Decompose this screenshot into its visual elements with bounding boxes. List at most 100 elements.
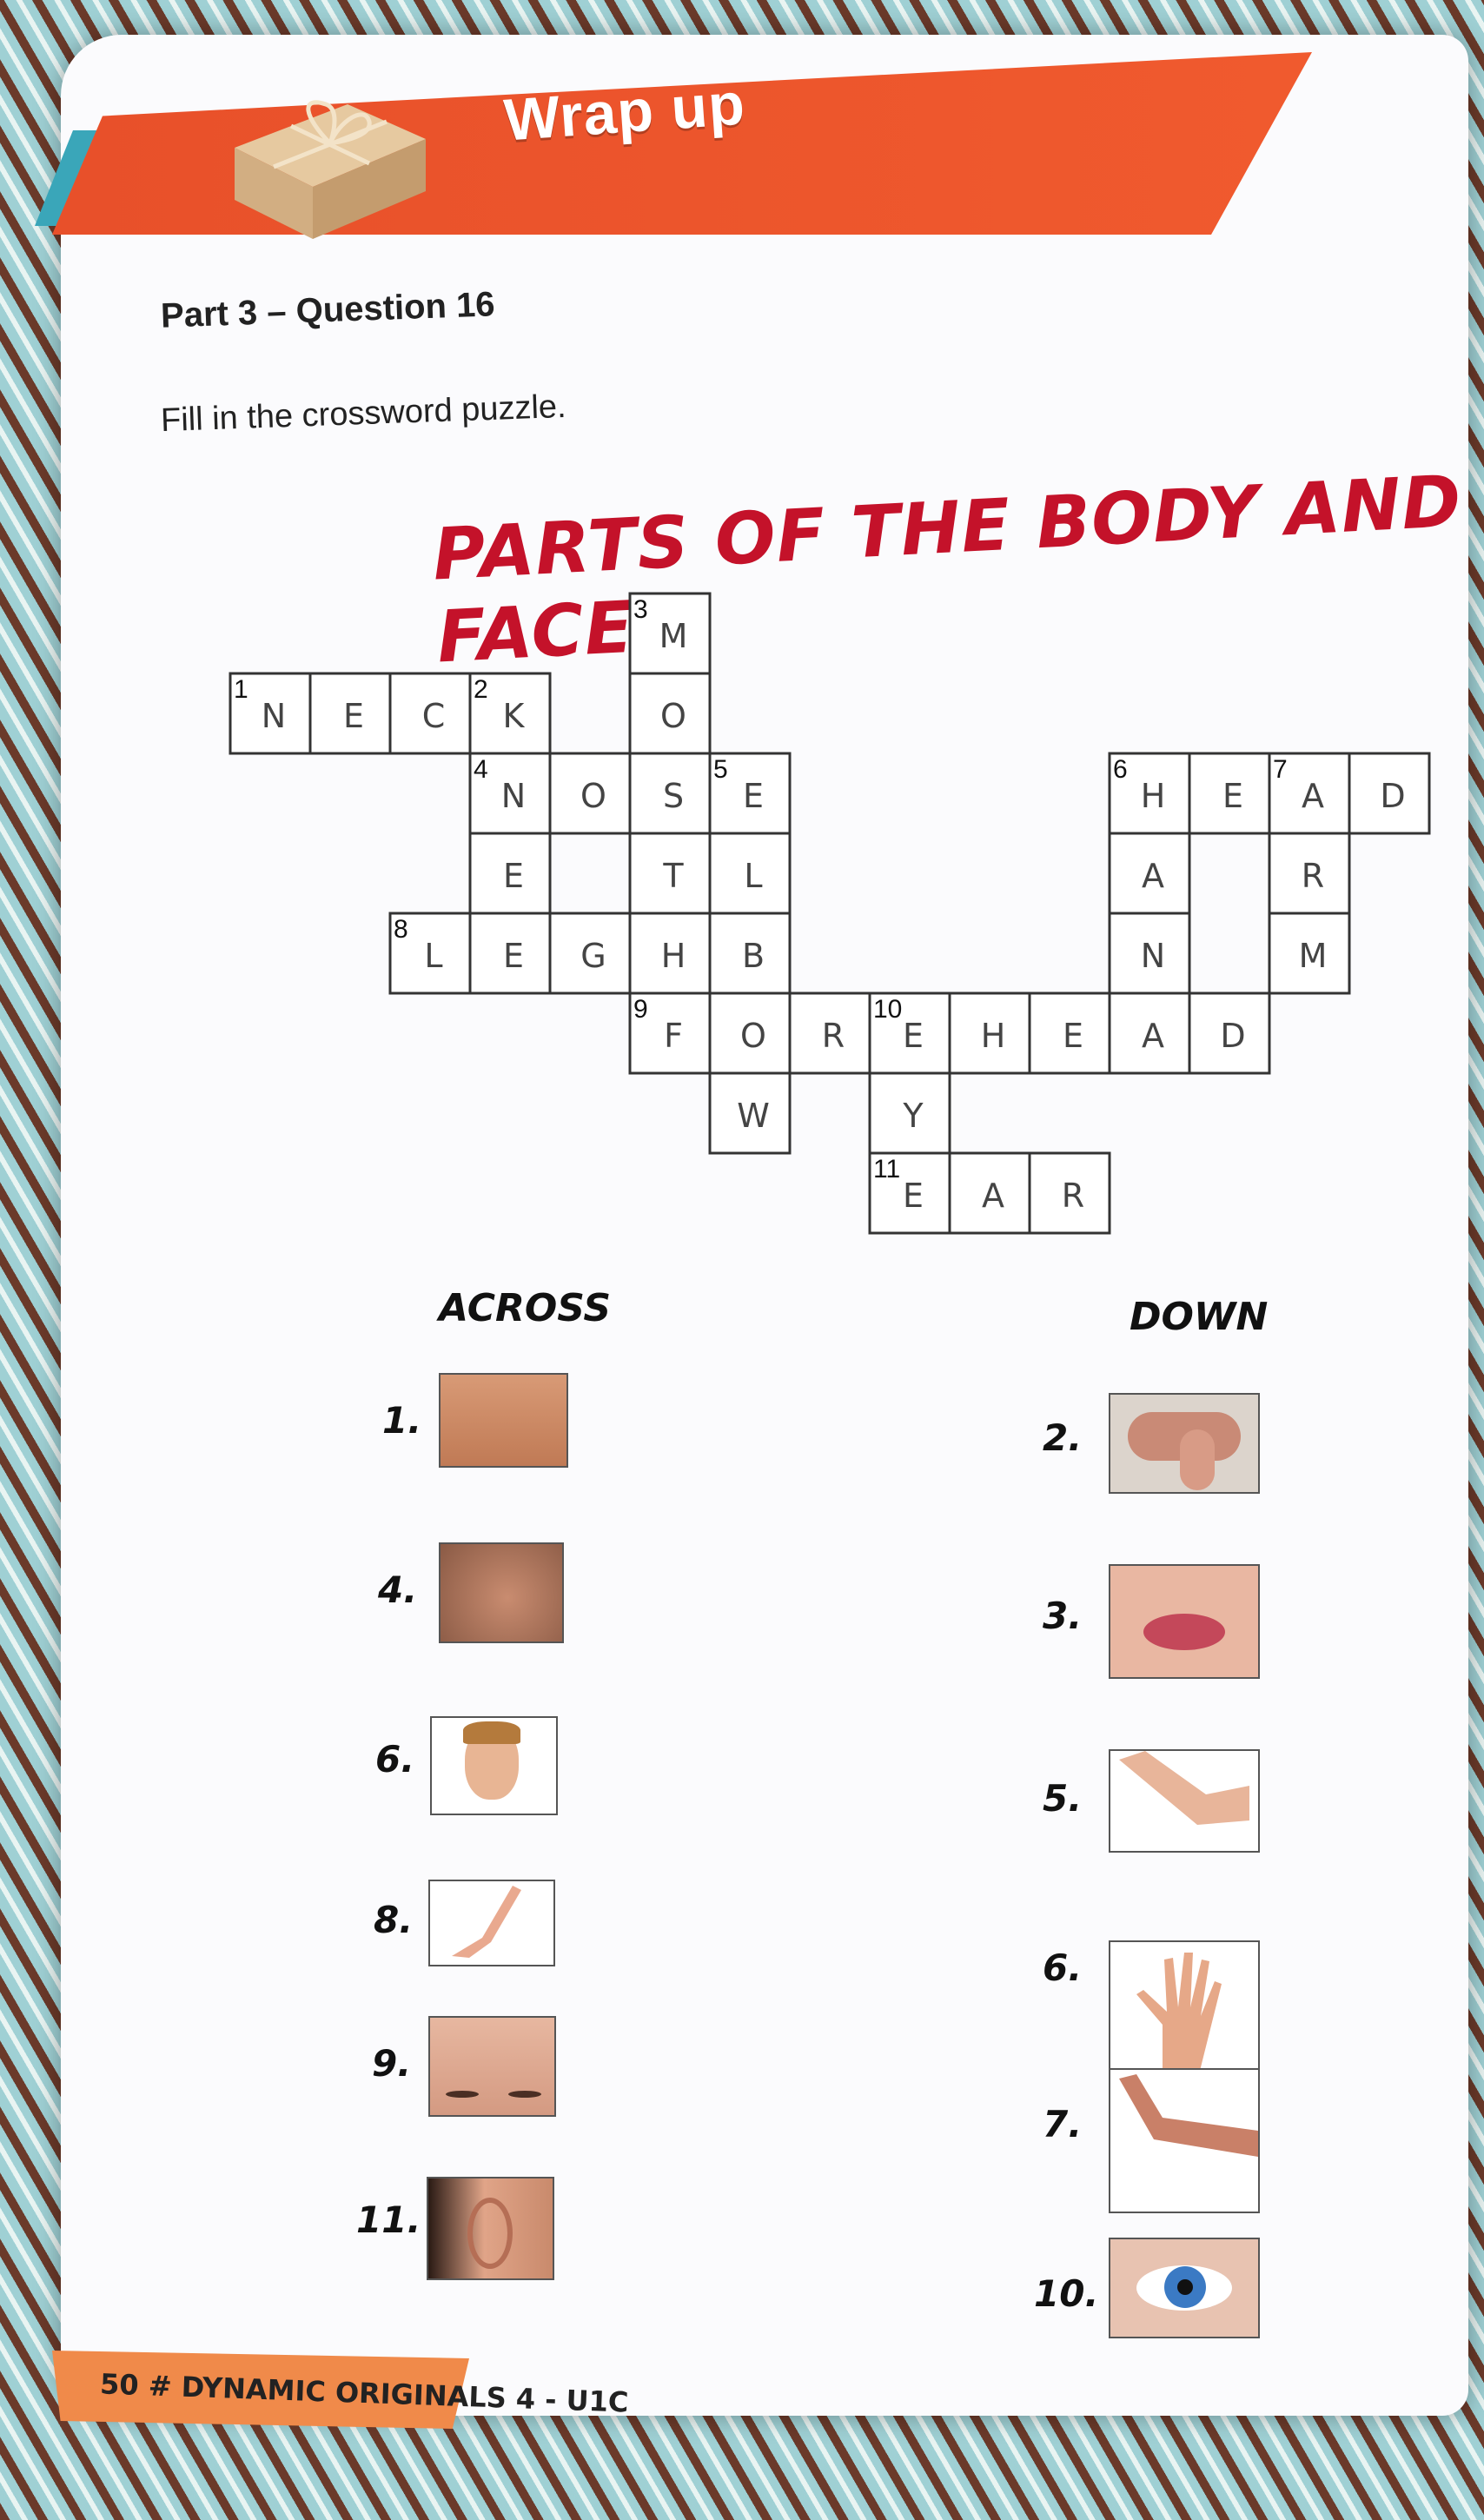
hand-photo (1109, 1940, 1260, 2087)
crossword-cell[interactable]: A (1108, 832, 1191, 915)
across-clue-number: 4. (378, 1568, 418, 1611)
cell-number: 6 (1113, 755, 1128, 784)
down-clue-number: 5. (1043, 1777, 1083, 1820)
cell-letter: G (580, 937, 606, 975)
cell-letter: E (503, 937, 524, 975)
cell-letter: N (1141, 937, 1165, 975)
crossword-cell[interactable]: 2K (468, 672, 552, 755)
crossword-cell[interactable]: E (468, 832, 552, 915)
cell-letter: E (903, 1177, 924, 1215)
across-clue-number: 1. (382, 1399, 422, 1442)
neck-photo (439, 1373, 568, 1468)
crossword-cell[interactable]: R (1028, 1151, 1111, 1235)
leg-photo (428, 1880, 555, 1966)
crossword-cell[interactable]: H (948, 991, 1031, 1075)
cell-letter: O (660, 697, 686, 735)
cell-letter: D (1220, 1017, 1245, 1055)
down-clue-number: 6. (1043, 1946, 1083, 1989)
crossword-cell[interactable]: R (788, 991, 871, 1075)
crossword-cell[interactable]: 8L (388, 912, 472, 995)
cell-letter: Y (902, 1097, 924, 1135)
crossword-cell[interactable]: O (628, 672, 712, 755)
crossword-cell[interactable]: R (1268, 832, 1351, 915)
crossword-cell[interactable]: E (468, 912, 552, 995)
cell-letter: B (742, 937, 765, 975)
elbow-photo (1109, 1749, 1260, 1853)
cell-number: 4 (474, 755, 488, 784)
cell-letter: E (1063, 1017, 1083, 1055)
cell-letter: A (1142, 1017, 1164, 1055)
cell-letter: L (424, 937, 442, 975)
crossword-cell[interactable]: T (628, 832, 712, 915)
crossword-cell[interactable]: E (1188, 752, 1271, 835)
crossword-cell[interactable]: S (628, 752, 712, 835)
cell-number: 9 (633, 995, 648, 1024)
cell-letter: T (662, 857, 684, 895)
cell-letter: W (737, 1097, 770, 1135)
crossword-cell[interactable]: A (948, 1151, 1031, 1235)
crossword-cell[interactable]: H (628, 912, 712, 995)
crossword-cell[interactable]: L (708, 832, 792, 915)
cell-letter: A (982, 1177, 1004, 1215)
crossword-cell[interactable]: O (548, 752, 632, 835)
crossword-cell[interactable]: N (1108, 912, 1191, 995)
crossword-cell[interactable]: 4N (468, 752, 552, 835)
cell-number: 8 (394, 915, 408, 944)
cell-letter: O (580, 777, 606, 815)
crossword-cell[interactable]: M (1268, 912, 1351, 995)
cell-letter: M (659, 617, 688, 655)
down-clue-number: 2. (1043, 1416, 1083, 1459)
cell-number: 2 (474, 675, 488, 704)
crossword-cell[interactable]: O (708, 991, 792, 1075)
crossword-cell[interactable]: C (388, 672, 472, 755)
cell-letter: H (661, 937, 686, 975)
cell-letter: N (262, 697, 286, 735)
crossword-cell[interactable]: D (1348, 752, 1431, 835)
crossword-cell[interactable]: 1N (229, 672, 312, 755)
cell-letter: E (503, 857, 524, 895)
cell-number: 1 (234, 675, 248, 704)
down-clue-number: 7. (1043, 2103, 1083, 2145)
crossword-cell[interactable]: D (1188, 991, 1271, 1075)
cell-letter: A (1302, 777, 1324, 815)
cell-letter: D (1380, 777, 1405, 815)
crossword-cell[interactable]: 7A (1268, 752, 1351, 835)
eye-photo (1109, 2238, 1260, 2338)
cell-number: 5 (713, 755, 728, 784)
crossword-cell[interactable]: 5E (708, 752, 792, 835)
crossword-cell[interactable]: E (308, 672, 392, 755)
across-clue-number: 9. (372, 2042, 412, 2085)
cell-letter: R (1302, 857, 1324, 895)
crossword-cell[interactable]: Y (868, 1071, 951, 1155)
cell-letter: H (981, 1017, 1006, 1055)
across-clue-number: 6. (375, 1738, 415, 1781)
cell-number: 11 (873, 1155, 900, 1184)
nose-photo (439, 1542, 564, 1643)
cell-letter: L (744, 857, 762, 895)
crossword-cell[interactable]: 9F (628, 991, 712, 1075)
crossword-grid: 1N E C2K4NEE3MOSTHO5ELBOW6H E7A DANARM8L G9F R… (229, 592, 1431, 1235)
ear-photo (427, 2177, 554, 2280)
crossword-cell[interactable]: G (548, 912, 632, 995)
cell-letter: M (1299, 937, 1328, 975)
cell-letter: A (1142, 857, 1164, 895)
crossword-cell[interactable]: 3M (628, 592, 712, 675)
crossword-cell[interactable]: B (708, 912, 792, 995)
crossword-cell[interactable]: 11E (868, 1151, 951, 1235)
crossword-cell[interactable]: W (708, 1071, 792, 1155)
cell-number: 7 (1273, 755, 1288, 784)
crossword-cell[interactable]: A (1108, 991, 1191, 1075)
cell-letter: S (663, 777, 684, 815)
across-clue-number: 11. (356, 2198, 421, 2241)
cell-letter: K (503, 697, 526, 735)
cell-letter: E (343, 697, 364, 735)
cell-number: 10 (873, 995, 902, 1024)
cell-letter: E (1222, 777, 1243, 815)
crossword-cell[interactable]: E (1028, 991, 1111, 1075)
cell-letter: H (1141, 777, 1166, 815)
knee-photo (1109, 1393, 1260, 1494)
down-header: DOWN (1130, 1295, 1269, 1339)
crossword-cell[interactable]: 10E (868, 991, 951, 1075)
crossword-cell[interactable]: 6H (1108, 752, 1191, 835)
cell-letter: E (743, 777, 764, 815)
